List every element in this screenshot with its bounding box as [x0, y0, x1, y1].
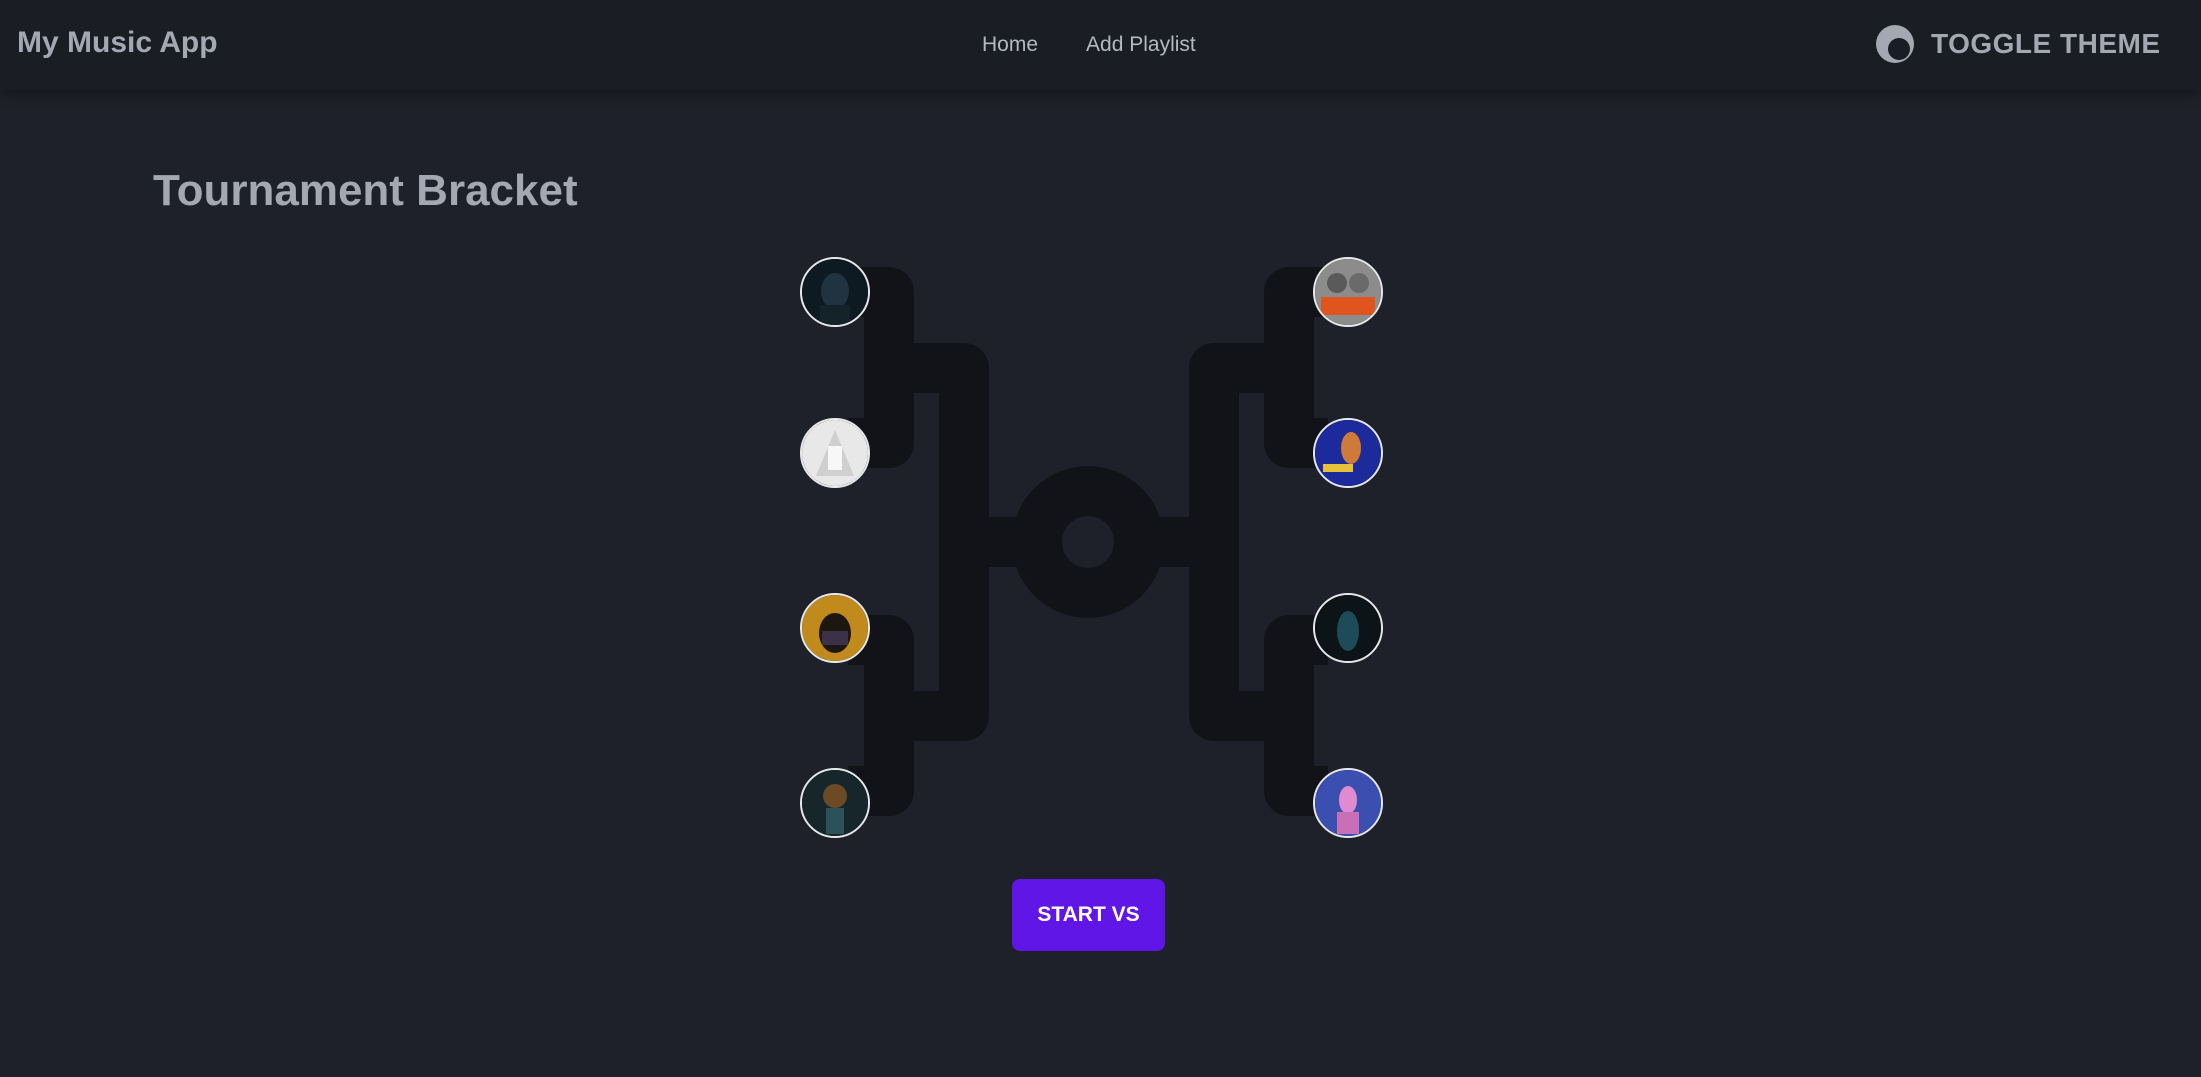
start-vs-button[interactable]: START VS [1012, 879, 1165, 951]
album-cover-4 [802, 770, 868, 836]
album-cover-3 [802, 595, 868, 661]
album-cover-7 [1315, 595, 1381, 661]
contestant-right-1[interactable] [1313, 257, 1383, 327]
contestant-left-4[interactable] [800, 768, 870, 838]
album-cover-5 [1315, 259, 1381, 325]
album-cover-6 [1315, 420, 1381, 486]
album-cover-2 [802, 420, 868, 486]
contestant-right-3[interactable] [1313, 593, 1383, 663]
album-cover-8 [1315, 770, 1381, 836]
contestant-right-2[interactable] [1313, 418, 1383, 488]
contestant-left-1[interactable] [800, 257, 870, 327]
contestant-right-4[interactable] [1313, 768, 1383, 838]
contestant-left-3[interactable] [800, 593, 870, 663]
contestant-left-2[interactable] [800, 418, 870, 488]
album-cover-1 [802, 259, 868, 325]
